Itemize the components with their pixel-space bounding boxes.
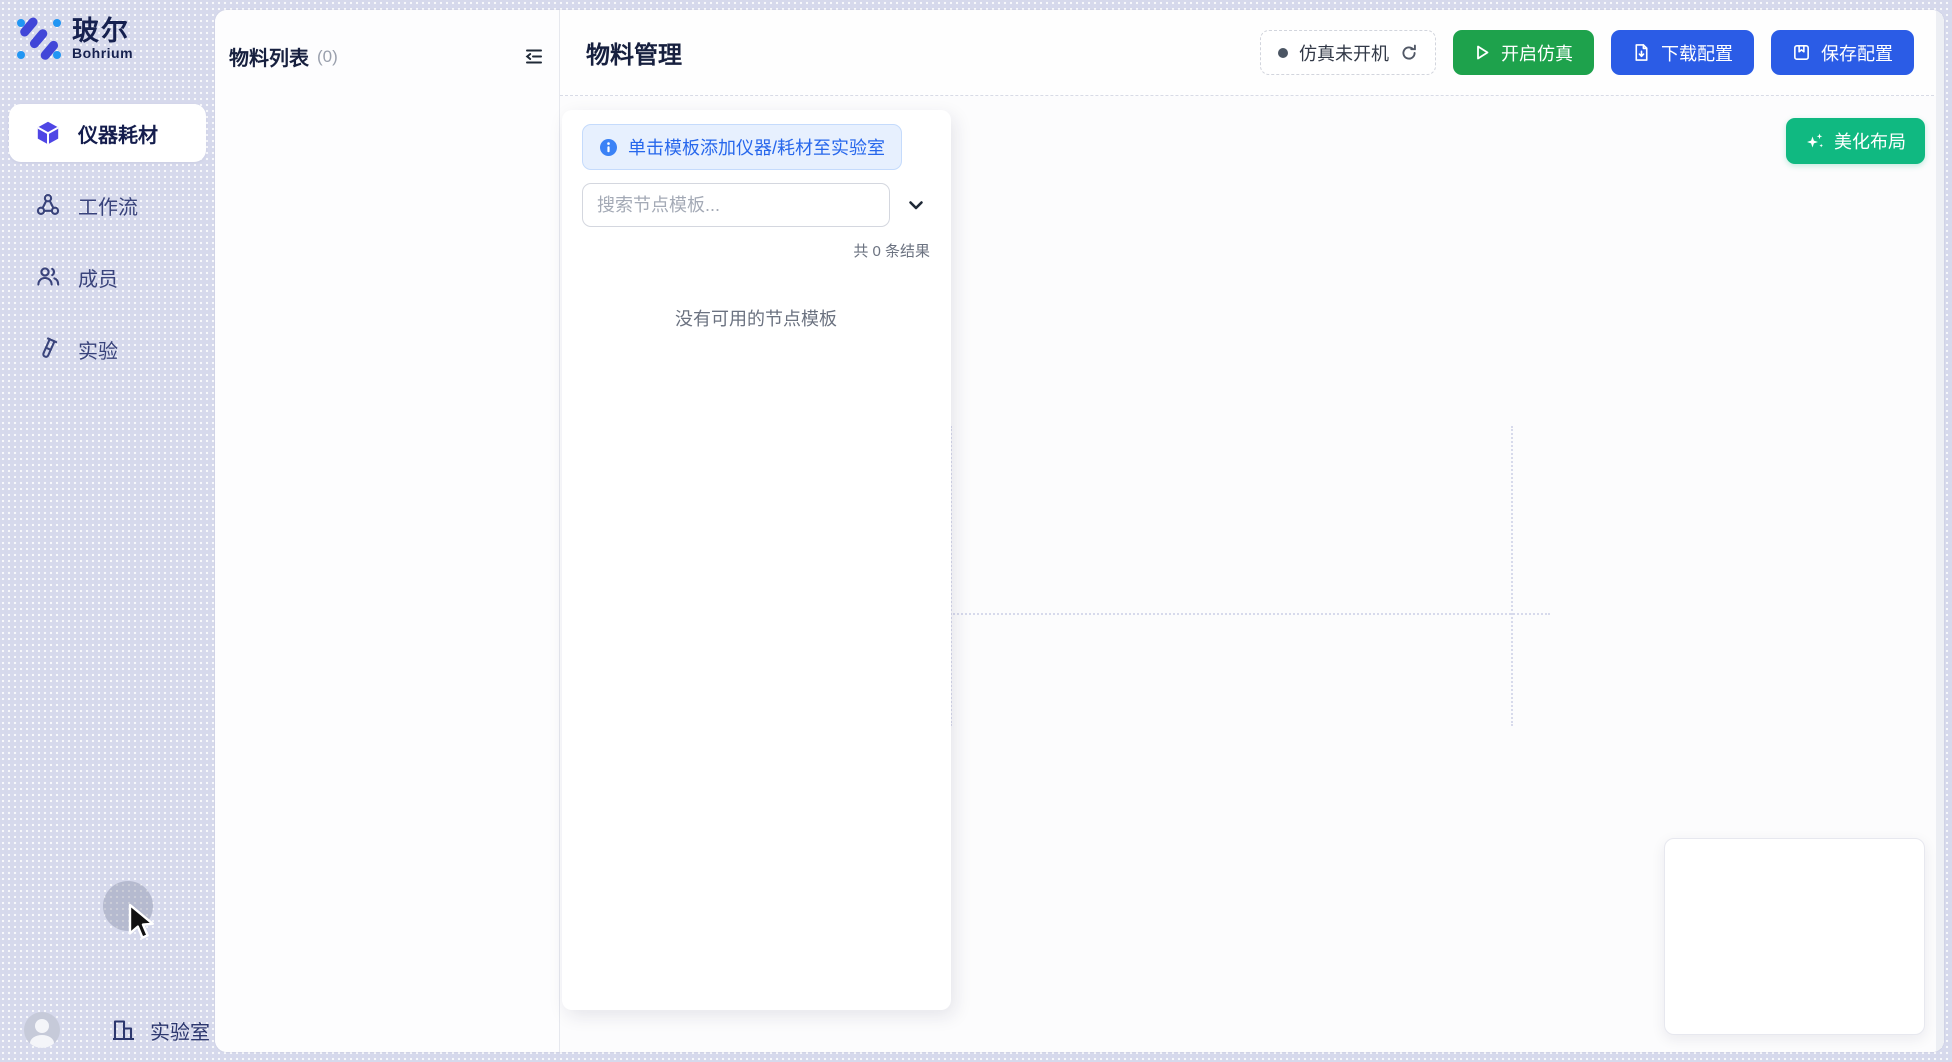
lab-label[interactable]: 实验室 — [150, 1016, 210, 1045]
material-list-title: 物料列表 — [229, 42, 309, 71]
start-simulation-button[interactable]: 开启仿真 — [1453, 30, 1594, 75]
sidebar-nav: 仪器耗材 工作流 成员 — [0, 104, 215, 378]
node-template-panel: 单击模板添加仪器/耗材至实验室 共 0 条结果 没有可用的节点模板 — [562, 110, 951, 1010]
layout-canvas[interactable]: 单击模板添加仪器/耗材至实验室 共 0 条结果 没有可用的节点模板 — [560, 96, 1944, 1052]
sidebar-item-workflow[interactable]: 工作流 — [9, 176, 206, 234]
bohrium-logo-icon — [16, 16, 62, 62]
save-config-button[interactable]: 保存配置 — [1771, 30, 1914, 75]
download-config-button[interactable]: 下载配置 — [1611, 30, 1754, 75]
chevron-down-icon — [906, 195, 926, 215]
minimap-panel[interactable] — [1664, 838, 1925, 1035]
sidebar-item-label: 成员 — [78, 263, 118, 292]
sidebar-item-members[interactable]: 成员 — [9, 248, 206, 306]
info-banner-text: 单击模板添加仪器/耗材至实验室 — [628, 134, 885, 160]
avatar[interactable] — [24, 1012, 60, 1048]
search-input[interactable] — [582, 183, 890, 227]
sidebar-item-label: 工作流 — [78, 191, 138, 220]
material-list-panel: 物料列表 (0) — [215, 10, 560, 1052]
sidebar-item-label: 仪器耗材 — [78, 119, 158, 148]
cube-icon — [35, 120, 61, 146]
material-list-count: (0) — [317, 47, 338, 67]
sidebar-item-experiment[interactable]: 实验 — [9, 320, 206, 378]
save-bookmark-icon — [1792, 43, 1811, 62]
test-tube-icon — [35, 336, 61, 362]
main-area: 物料管理 仿真未开机 开启仿真 — [560, 10, 1944, 1052]
status-dot-icon — [1278, 48, 1288, 58]
workflow-icon — [35, 192, 61, 218]
play-icon — [1474, 44, 1491, 61]
main-header: 物料管理 仿真未开机 开启仿真 — [560, 10, 1944, 96]
vertical-scrollbar[interactable] — [1936, 10, 1944, 1052]
brand-subtitle: Bohrium — [72, 45, 133, 61]
sidebar-item-instruments[interactable]: 仪器耗材 — [9, 104, 206, 162]
lab-building-icon — [110, 1017, 136, 1043]
simulation-status-chip[interactable]: 仿真未开机 — [1260, 30, 1436, 75]
logo: 玻尔 Bohrium — [0, 0, 215, 62]
brand-title: 玻尔 — [72, 17, 133, 45]
beautify-layout-button[interactable]: 美化布局 — [1786, 118, 1925, 164]
sidebar-item-label: 实验 — [78, 335, 118, 364]
empty-state-text: 没有可用的节点模板 — [582, 305, 930, 331]
sidebar-footer: 实验室 — [0, 1012, 215, 1048]
guide-line-vertical — [1511, 426, 1513, 726]
info-icon — [599, 138, 618, 157]
simulation-status-text: 仿真未开机 — [1299, 40, 1389, 66]
content-window: 物料列表 (0) 物料管理 仿真未开机 — [215, 10, 1944, 1052]
result-count: 共 0 条结果 — [582, 240, 930, 261]
expand-filter-button[interactable] — [902, 191, 930, 219]
sidebar: 玻尔 Bohrium 仪器耗材 工作流 — [0, 0, 215, 1062]
collapse-panel-button[interactable] — [523, 46, 544, 67]
page-title: 物料管理 — [586, 35, 682, 70]
mouse-cursor — [126, 903, 160, 943]
sparkles-icon — [1805, 131, 1825, 151]
refresh-icon[interactable] — [1400, 44, 1418, 62]
info-banner: 单击模板添加仪器/耗材至实验室 — [582, 124, 902, 170]
file-download-icon — [1632, 43, 1651, 62]
collapse-list-icon — [523, 46, 544, 67]
members-icon — [35, 264, 61, 290]
guide-line-horizontal — [950, 613, 1550, 615]
